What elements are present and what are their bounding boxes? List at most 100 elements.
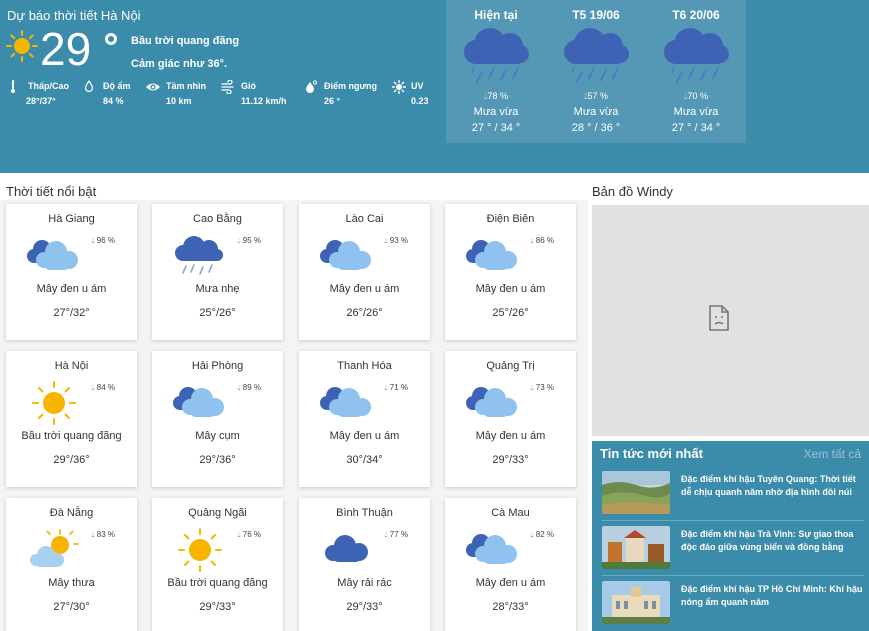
city-card[interactable]: Cao Bằng 💧︎ 95 % Mưa nhẹ 25°/26°: [152, 204, 283, 340]
city-card[interactable]: Đà Nẵng 💧︎ 83 % Mây thưa 27°/30°: [6, 498, 137, 631]
highlights-title: Thời tiết nổi bật: [6, 184, 97, 199]
sun-icon: [6, 30, 38, 67]
news-title: Tin tức mới nhất: [600, 446, 703, 461]
city-humidity: 💧︎ 83 %: [91, 530, 115, 539]
overcast-weather-icon: [465, 234, 521, 279]
humidity-icon: 💧︎: [530, 530, 534, 539]
city-temp-range: 27°/30°: [53, 601, 90, 613]
partly-weather-icon: [26, 528, 82, 577]
humidity-icon: 💧︎: [530, 236, 534, 245]
sun-weather-icon: [26, 381, 82, 430]
humidity-icon: 💧︎: [237, 530, 241, 539]
forecast-humidity: 💧︎57 %: [583, 91, 609, 101]
city-card[interactable]: Lào Cai 💧︎ 93 % Mây đen u ám 26°/26°: [299, 204, 430, 340]
forecast-range: 27 ° / 34 °: [671, 122, 721, 134]
stat-low-high: Thấp/Cao 28°/37°: [10, 80, 69, 106]
city-humidity: 💧︎ 95 %: [237, 236, 261, 245]
city-card[interactable]: Điện Biên 💧︎ 86 % Mây đen u ám 25°/26°: [445, 204, 576, 340]
overcast-weather-icon: [172, 381, 228, 426]
overcast-weather-icon: [465, 528, 521, 573]
wind-icon: [221, 79, 235, 95]
city-name: Lào Cai: [345, 213, 384, 225]
city-temp-range: 26°/26°: [346, 307, 383, 319]
city-condition: Mây đen u ám: [329, 283, 400, 295]
humidity-icon: 💧︎: [384, 236, 388, 245]
forecast-card-thu[interactable]: T5 19/06 💧︎57 % Mưa vừa 28 ° / 36 °: [546, 0, 646, 143]
news-thumbnail: [602, 581, 670, 624]
thermometer-icon: [10, 80, 24, 94]
city-humidity: 💧︎ 71 %: [384, 383, 408, 392]
city-temp-range: 29°/33°: [199, 601, 236, 613]
city-name: Cao Bằng: [193, 213, 242, 225]
current-weather-header: Dự báo thời tiết Hà Nội 29 Bầu trời quan…: [0, 0, 869, 173]
city-name: Hải Phòng: [191, 360, 244, 372]
forecast-card-fri[interactable]: T6 20/06 💧︎70 % Mưa vừa 27 ° / 34 °: [646, 0, 746, 143]
city-card[interactable]: Quảng Ngãi 💧︎ 76 % Bầu trời quang đãng 29°/…: [152, 498, 283, 631]
map-title: Bản đồ Windy: [592, 184, 673, 199]
rain-cloud-icon: [660, 24, 732, 91]
humidity-icon: 💧︎: [384, 383, 388, 392]
humidity-icon: 💧︎: [91, 530, 95, 539]
city-temp-range: 29°/36°: [53, 454, 90, 466]
city-humidity: 💧︎ 86 %: [530, 236, 554, 245]
forecast-day: Hiện tại: [474, 8, 518, 22]
stat-uv: UV 0.23: [391, 79, 429, 106]
forecast-day: T5 19/06: [572, 8, 620, 22]
stat-humidity: Độ ẩm 84 %: [84, 79, 131, 106]
city-name: Điện Biên: [486, 213, 535, 225]
city-temp-range: 25°/26°: [199, 307, 236, 319]
eye-icon: [145, 80, 160, 94]
latest-news-panel: Tin tức mới nhất Xem tất cả Đặc điểm khí…: [592, 441, 869, 631]
forecast-card-now[interactable]: Hiện tại 💧︎78 % Mưa vừa 27 ° / 34 °: [446, 0, 546, 143]
humidity-icon: 💧︎: [530, 383, 534, 392]
humidity-icon: 💧︎: [237, 383, 241, 392]
humidity-icon: 💧︎: [91, 383, 95, 392]
humidity-icon: [84, 79, 99, 94]
city-card[interactable]: Cà Mau 💧︎ 82 % Mây đen u ám 28°/33°: [445, 498, 576, 631]
city-card[interactable]: Hà Giang 💧︎ 96 % Mây đen u ám 27°/32°: [6, 204, 137, 340]
city-condition: Mây đen u ám: [36, 283, 107, 295]
news-item[interactable]: Đặc điểm khí hậu Trà Vinh: Sự giao thoa …: [602, 526, 864, 570]
city-name: Cà Mau: [491, 507, 530, 519]
city-name: Quảng Ngãi: [188, 507, 247, 519]
city-name: Hà Giang: [48, 213, 95, 225]
city-condition: Mưa nhẹ: [195, 283, 240, 295]
city-name: Bình Thuận: [336, 507, 393, 519]
city-card[interactable]: Thanh Hóa 💧︎ 71 % Mây đen u ám 30°/34°: [299, 351, 430, 487]
broken-document-icon: [708, 305, 730, 336]
view-all-link[interactable]: Xem tất cả: [804, 447, 861, 461]
humidity-icon: 💧︎: [384, 530, 388, 539]
current-temperature: 29: [40, 23, 92, 75]
overcast-weather-icon: [319, 234, 375, 279]
forecast-desc: Mưa vừa: [573, 106, 619, 118]
page-title: Dự báo thời tiết Hà Nội: [7, 8, 141, 23]
stat-visibility: Tầm nhìn 10 km: [145, 81, 206, 106]
city-humidity: 💧︎ 96 %: [91, 236, 115, 245]
city-card[interactable]: Hà Nội 💧︎ 84 % Bầu trời quang đãng 29°/36°: [6, 351, 137, 487]
city-temp-range: 29°/36°: [199, 454, 236, 466]
city-humidity: 💧︎ 89 %: [237, 383, 261, 392]
city-condition: Bầu trời quang đãng: [167, 577, 268, 589]
news-headline: Đặc điểm khí hậu Tuyên Quang: Thời tiết …: [681, 474, 856, 497]
news-item[interactable]: Đặc điểm khí hậu Tuyên Quang: Thời tiết …: [602, 471, 864, 515]
city-card[interactable]: Quảng Trị 💧︎ 73 % Mây đen u ám 29°/33°: [445, 351, 576, 487]
city-temp-range: 30°/34°: [346, 454, 383, 466]
overcast-weather-icon: [319, 381, 375, 426]
overcast-weather-icon: [26, 234, 82, 279]
city-temp-range: 27°/32°: [53, 307, 90, 319]
uv-icon: [391, 79, 407, 95]
news-item[interactable]: Đặc điểm khí hậu TP Hồ Chí Minh: Khí hậu…: [602, 581, 864, 625]
city-condition: Bầu trời quang đãng: [21, 430, 122, 442]
divider: [602, 575, 864, 576]
forecast-range: 28 ° / 36 °: [571, 122, 621, 134]
rain-cloud-icon: [560, 24, 632, 91]
city-card[interactable]: Hải Phòng 💧︎ 89 % Mây cụm 29°/36°: [152, 351, 283, 487]
city-name: Hà Nội: [54, 360, 89, 372]
windy-map-frame[interactable]: [592, 205, 869, 436]
humidity-icon: 💧︎: [237, 236, 241, 245]
city-card[interactable]: Bình Thuận 💧︎ 77 % Mây rải rác 29°/33°: [299, 498, 430, 631]
city-name: Quảng Trị: [486, 360, 535, 372]
humidity-icon: 💧︎: [91, 236, 95, 245]
news-headline: Đặc điểm khí hậu TP Hồ Chí Minh: Khí hậu…: [681, 584, 863, 607]
city-humidity: 💧︎ 84 %: [91, 383, 115, 392]
